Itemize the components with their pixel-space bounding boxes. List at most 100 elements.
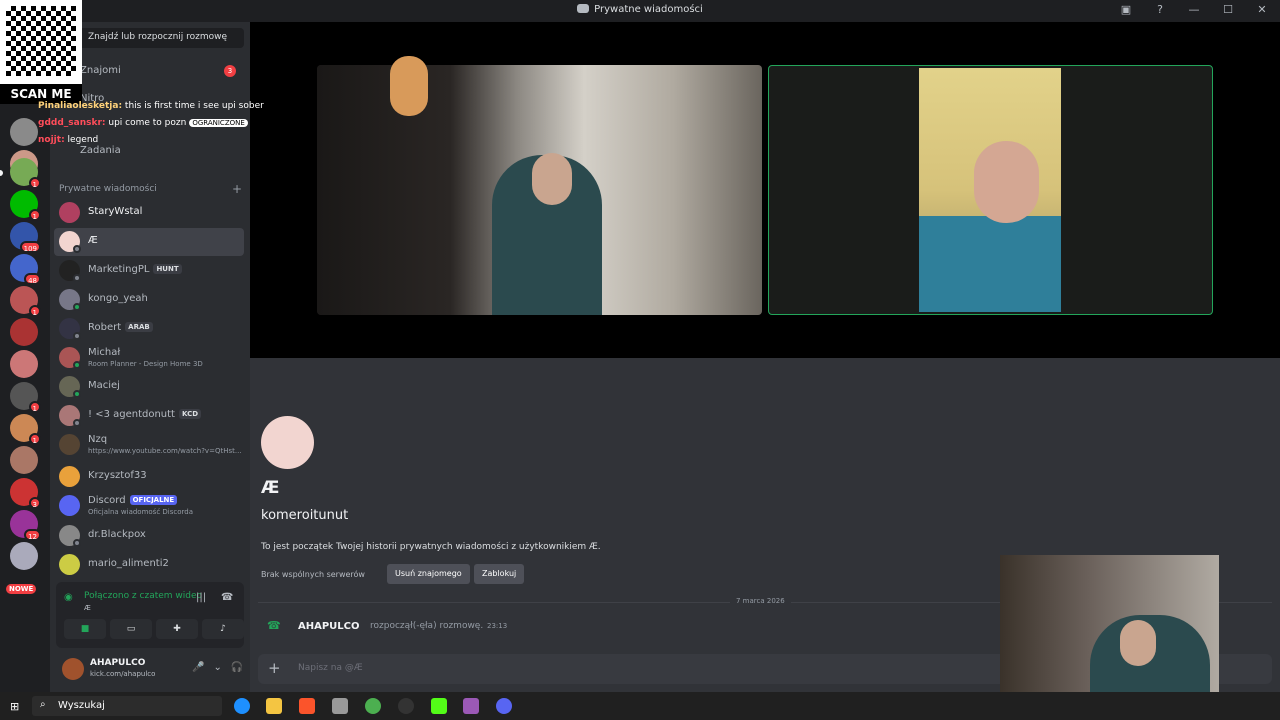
dm-item[interactable]: kongo_yeah — [54, 286, 244, 314]
unread-pip — [0, 170, 3, 176]
discord-icon[interactable] — [496, 698, 512, 714]
voice-panel: ◉ Połączono z czatem wideo Æ ||| ☎ ■ ▭ ✚… — [56, 582, 244, 648]
disconnect-icon[interactable]: ☎ — [221, 592, 233, 603]
attach-icon[interactable]: + — [268, 659, 281, 677]
phone-icon: ☎ — [267, 619, 281, 632]
server-icon[interactable] — [10, 350, 38, 378]
dm-item[interactable]: StaryWstal — [54, 199, 244, 227]
camera-button[interactable]: ■ — [64, 619, 106, 639]
profile-avatar[interactable] — [261, 416, 314, 469]
dm-item[interactable]: Nzq https://www.youtube.com/watch?v=QtHst… — [54, 431, 244, 459]
screen-share-button[interactable]: ▭ — [110, 619, 152, 639]
video-tile-speaking[interactable] — [768, 65, 1213, 315]
soundboard-button[interactable]: ♪ — [202, 619, 244, 639]
close-icon[interactable]: ✕ — [1254, 3, 1270, 16]
activities-button[interactable]: ✚ — [156, 619, 198, 639]
server-icon[interactable]: 1 — [10, 158, 41, 189]
chat-user: Pinaliaolesketja: — [38, 101, 123, 111]
search-icon: ⌕ — [40, 699, 46, 710]
server-icon[interactable]: 1 — [10, 190, 41, 221]
chat-line: Pinaliaolesketja: this is first time i s… — [38, 101, 298, 118]
nav-friends-label: Znajomi — [80, 65, 121, 76]
edge-icon[interactable] — [234, 698, 250, 714]
headphones-icon[interactable]: 🎧 — [231, 662, 243, 673]
new-dm-icon[interactable]: + — [232, 182, 242, 196]
server-icon[interactable]: 48 — [10, 254, 41, 285]
taskbar-search[interactable]: ⌕ Wyszukaj — [32, 696, 222, 716]
chat-label: OGRANICZONE — [189, 119, 248, 127]
friends-badge: 3 — [224, 65, 236, 77]
app-icon[interactable] — [332, 698, 348, 714]
dm-item[interactable]: Discord OFICJALNE Oficjalna wiadomość Disc… — [54, 492, 244, 520]
nav-friends[interactable]: Znajomi 3 — [58, 58, 244, 84]
discord-icon — [577, 4, 590, 13]
mic-icon[interactable]: 🎤 — [192, 662, 204, 673]
dm-item[interactable]: ! <3 agentdonutt KCD — [54, 402, 244, 430]
kick-icon[interactable] — [431, 698, 447, 714]
server-icon[interactable]: 1 — [10, 286, 41, 317]
server-icon[interactable]: 12 — [10, 510, 41, 541]
help-icon[interactable]: ? — [1152, 3, 1168, 16]
server-icon[interactable] — [10, 542, 38, 570]
server-icon[interactable]: 1 — [10, 414, 41, 445]
chevron-down-icon[interactable]: ⌄ — [213, 662, 221, 673]
screen-share-icon: ▭ — [126, 624, 136, 634]
user-status: kick.com/ahapulco — [90, 670, 156, 678]
chat-text: legend — [67, 135, 99, 145]
profile-username: komeroitunut — [261, 508, 349, 523]
new-badge: NOWE — [6, 584, 37, 594]
dm-item[interactable]: Robert ARAB — [54, 315, 244, 343]
dm-item[interactable]: mario_alimenti2 — [54, 551, 244, 579]
signal-icon[interactable]: ◉ — [64, 592, 73, 603]
server-icon[interactable]: 109 — [10, 222, 41, 253]
message-input[interactable]: Napisz na @Æ — [298, 663, 363, 673]
video-tile[interactable] — [317, 65, 762, 315]
stream-chat-overlay: Pinaliaolesketja: this is first time i s… — [38, 101, 298, 152]
dm-item[interactable]: Michał Room Planner - Design Home 3D — [54, 344, 244, 372]
server-badge: 109 — [19, 241, 41, 253]
server-icon[interactable] — [10, 318, 38, 346]
profile-intro: To jest początek Twojej historii prywatn… — [261, 542, 601, 552]
status-dot — [73, 303, 81, 311]
inbox-icon[interactable]: ▣ — [1118, 3, 1134, 16]
chat-line: nojjt: legend — [38, 135, 298, 152]
qr-pattern — [6, 6, 76, 76]
dm-name: mario_alimenti2 — [88, 558, 169, 569]
voice-status[interactable]: Połączono z czatem wideo — [84, 591, 202, 601]
app-icon[interactable] — [463, 698, 479, 714]
avatar — [59, 554, 80, 575]
block-button[interactable]: Zablokuj — [474, 564, 525, 584]
avatar[interactable] — [62, 658, 84, 680]
user-name: AHAPULCO — [90, 658, 146, 668]
qr-code: SCAN ME — [0, 0, 82, 104]
official-badge: OFICJALNE — [129, 495, 178, 505]
dm-name: dr.Blackpox — [88, 529, 146, 540]
folder-icon[interactable] — [266, 698, 282, 714]
title-bar: Prywatne wiadomości ▣ ? — ☐ ✕ — [0, 0, 1280, 22]
remove-friend-button[interactable]: Usuń znajomego — [387, 564, 470, 584]
server-icon[interactable]: 3 — [10, 478, 41, 509]
server-badge: 1 — [28, 209, 41, 221]
dm-item[interactable]: Krzysztof33 — [54, 463, 244, 491]
server-icon[interactable]: 1 — [10, 382, 41, 413]
noise-suppression-icon[interactable]: ||| — [196, 592, 206, 603]
maximize-icon[interactable]: ☐ — [1220, 3, 1236, 16]
hamster-sticker — [390, 56, 428, 116]
obs-icon[interactable] — [398, 698, 414, 714]
dm-item[interactable]: MarketingPL HUNT — [54, 257, 244, 285]
search-input[interactable]: Znajdź lub rozpocznij rozmowę — [58, 28, 244, 48]
server-icon[interactable] — [10, 118, 38, 146]
windows-start-icon[interactable]: ⊞ — [10, 700, 19, 713]
brave-icon[interactable] — [299, 698, 315, 714]
dm-item[interactable]: Æ — [54, 228, 244, 256]
minimize-icon[interactable]: — — [1186, 3, 1202, 16]
dm-item[interactable]: Maciej — [54, 373, 244, 401]
dm-item[interactable]: dr.Blackpox — [54, 522, 244, 550]
message-author[interactable]: AHAPULCO — [298, 621, 360, 632]
window-title: Prywatne wiadomości — [0, 4, 1280, 15]
chrome-icon[interactable] — [365, 698, 381, 714]
chat-user: nojjt: — [38, 135, 65, 145]
server-icon[interactable] — [10, 446, 38, 474]
message-time: 23:13 — [487, 622, 508, 630]
dm-name: Discord — [88, 495, 126, 506]
